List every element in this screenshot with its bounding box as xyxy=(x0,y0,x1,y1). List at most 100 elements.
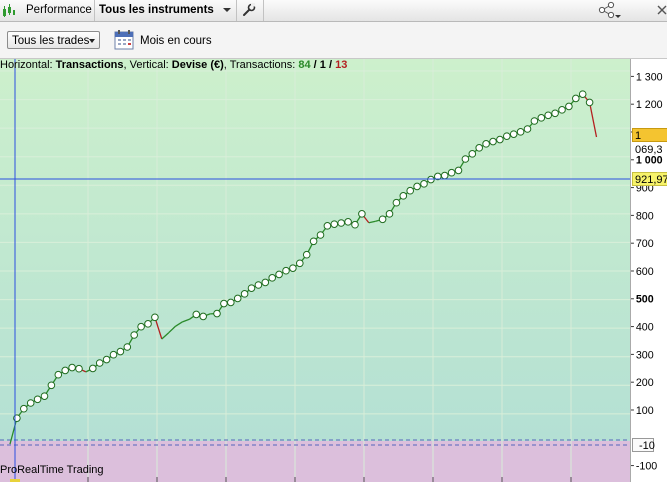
trade-marker xyxy=(33,395,42,404)
trade-marker xyxy=(558,106,566,114)
trade-marker xyxy=(578,90,587,98)
trade-marker xyxy=(47,381,56,390)
y-tick-label: 800 xyxy=(636,210,654,222)
info-sep-2: / xyxy=(325,59,336,71)
trade-marker xyxy=(275,270,283,279)
trade-marker xyxy=(537,114,546,122)
tab-bar: Performance Tous les instruments xyxy=(0,0,667,22)
calendar-icon xyxy=(114,30,134,50)
lower-value-tag: -10 xyxy=(632,438,655,452)
trade-marker xyxy=(302,250,311,259)
trade-marker xyxy=(309,237,318,246)
calendar-button[interactable] xyxy=(113,29,135,51)
trade-marker xyxy=(358,210,366,218)
y-tick-label: 400 xyxy=(636,321,654,333)
trade-marker xyxy=(192,310,201,319)
winning-count: 84 xyxy=(298,59,311,71)
trade-marker xyxy=(551,109,559,118)
trade-marker xyxy=(89,364,97,373)
trade-marker xyxy=(227,298,235,307)
trade-marker xyxy=(489,137,497,146)
trade-marker xyxy=(220,299,228,308)
trade-marker xyxy=(95,359,104,367)
crosshair-value-tag: 921,97 xyxy=(632,172,667,186)
trade-marker xyxy=(61,366,69,375)
trade-marker xyxy=(440,171,449,180)
y-tick-label: 500 xyxy=(636,294,654,306)
chevron-down-icon xyxy=(89,39,95,43)
chevron-down-icon xyxy=(223,8,231,12)
share-menu-button[interactable] xyxy=(597,1,623,20)
profit-zone xyxy=(0,59,630,441)
trade-marker xyxy=(475,144,484,152)
app-icon xyxy=(2,3,16,18)
trade-marker xyxy=(509,130,518,138)
trade-marker xyxy=(213,309,221,318)
y-axis: 1 3001 2001 1001 00090080070060050040030… xyxy=(630,59,667,482)
trade-marker xyxy=(392,198,401,207)
equity-chart xyxy=(0,59,630,482)
trade-marker xyxy=(26,399,35,407)
current-value-tag: 1 069,3 xyxy=(632,128,667,156)
trades-filter-label: Tous les trades xyxy=(12,35,90,47)
tab-instruments-dropdown[interactable]: Tous les instruments xyxy=(95,0,237,21)
trade-marker xyxy=(454,166,463,175)
trade-marker xyxy=(447,168,456,177)
trade-marker xyxy=(102,355,111,364)
trade-marker xyxy=(565,102,573,111)
y-tick-label: 200 xyxy=(636,377,654,389)
close-icon[interactable] xyxy=(657,4,667,16)
trade-marker xyxy=(351,220,359,229)
trade-marker xyxy=(20,404,28,413)
info-h-label: Horizontal: xyxy=(0,59,56,71)
trade-marker xyxy=(109,350,118,359)
trade-marker xyxy=(54,370,63,379)
trade-marker xyxy=(572,94,580,103)
y-tick-label: 600 xyxy=(636,266,654,278)
trade-marker xyxy=(268,274,277,282)
trade-marker xyxy=(420,180,428,188)
trade-marker xyxy=(427,175,435,184)
tab-performance-label: Performance xyxy=(26,4,92,16)
info-v-label: , Vertical: xyxy=(123,59,172,71)
trade-marker xyxy=(68,363,76,372)
y-tick-label: 1 300 xyxy=(636,71,663,83)
trade-marker xyxy=(337,219,346,227)
tab-performance[interactable]: Performance xyxy=(18,0,95,21)
info-v-value: Devise (€) xyxy=(171,59,224,71)
y-tick-label: -100 xyxy=(636,460,657,472)
trade-marker xyxy=(323,222,332,230)
tab-instruments-label: Tous les instruments xyxy=(99,4,214,16)
trade-marker xyxy=(503,132,511,140)
wrench-icon xyxy=(243,3,256,16)
trade-marker xyxy=(544,111,553,120)
period-label: Mois en cours xyxy=(140,35,212,47)
trade-marker xyxy=(137,322,145,331)
trade-marker xyxy=(399,192,408,200)
trade-marker xyxy=(151,313,159,322)
info-t-label: , Transactions: xyxy=(223,59,299,71)
trade-marker xyxy=(296,259,304,268)
wrench-button[interactable] xyxy=(237,0,264,21)
trade-marker xyxy=(75,364,83,373)
y-tick-label: 100 xyxy=(636,405,654,417)
trade-marker xyxy=(254,281,263,289)
trade-marker xyxy=(116,347,125,356)
trade-marker xyxy=(468,150,477,158)
trades-filter-select[interactable]: Tous les trades xyxy=(7,31,100,49)
trade-marker xyxy=(282,266,290,275)
trade-marker xyxy=(385,210,394,218)
trade-marker xyxy=(406,186,415,195)
y-tick-label: 300 xyxy=(636,349,654,361)
trade-marker xyxy=(123,343,132,351)
trade-marker xyxy=(144,320,152,328)
info-sep-1: / xyxy=(310,59,320,71)
trade-marker xyxy=(330,220,339,228)
share-icon xyxy=(598,1,621,19)
trade-marker xyxy=(378,215,387,224)
toolbar: Tous les trades Mois en cours xyxy=(0,22,667,59)
y-tick-label: 700 xyxy=(636,238,654,250)
trade-marker xyxy=(413,182,421,191)
y-tick-label: 1 200 xyxy=(636,99,663,111)
losing-count: 13 xyxy=(335,59,348,71)
